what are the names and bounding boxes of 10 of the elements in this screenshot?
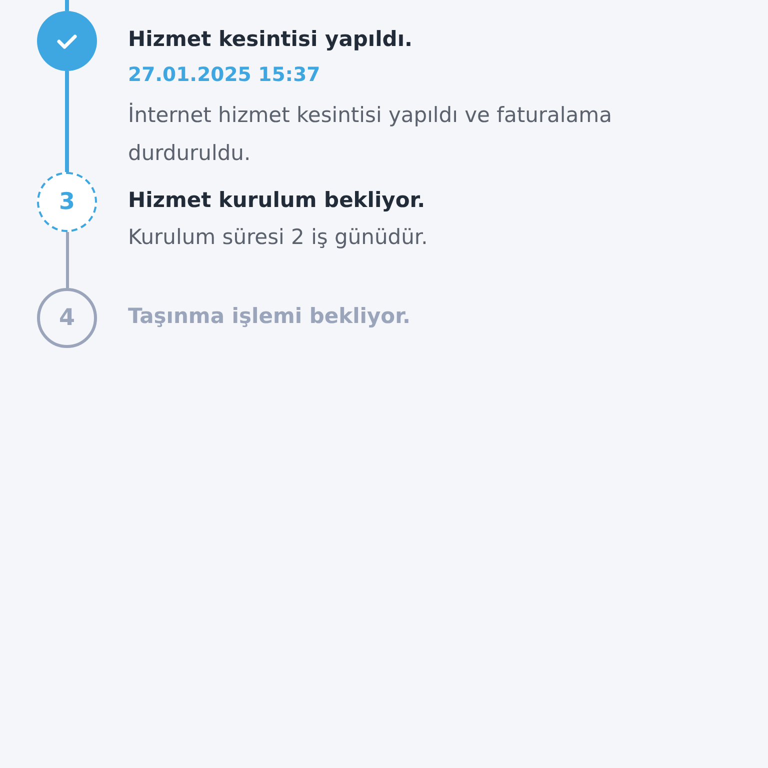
step-date: 27.01.2025 15:37: [128, 62, 320, 88]
step-title: Hizmet kesintisi yapıldı.: [128, 26, 413, 53]
check-circle-icon: [37, 11, 97, 71]
step-title: Taşınma işlemi bekliyor.: [128, 303, 410, 330]
timeline-line: [66, 232, 68, 288]
step-number: 4: [37, 288, 97, 348]
step-description: Kurulum süresi 2 iş günüdür.: [128, 224, 428, 251]
step-description: İnternet hizmet kesintisi yapıldı ve faturalama durduruldu.: [128, 102, 613, 167]
step-title: Hizmet kurulum bekliyor.: [128, 187, 426, 214]
step-number: 3: [37, 172, 97, 232]
